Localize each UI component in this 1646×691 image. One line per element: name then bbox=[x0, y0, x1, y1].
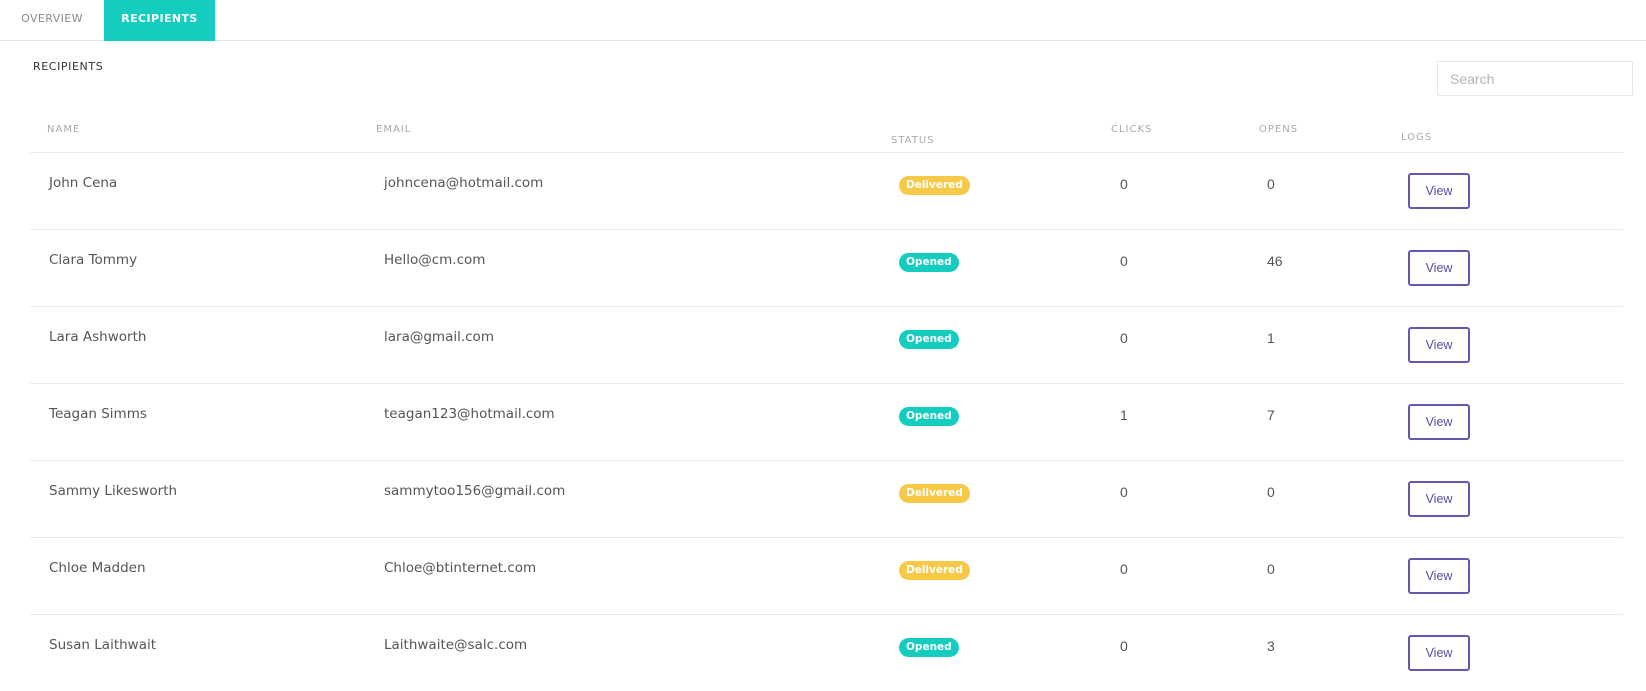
status-badge: Delivered bbox=[899, 176, 970, 195]
recipient-email: Hello@cm.com bbox=[384, 252, 486, 268]
opens-count: 3 bbox=[1267, 638, 1275, 654]
opens-count: 46 bbox=[1267, 253, 1283, 269]
opens-count: 7 bbox=[1267, 407, 1275, 423]
clicks-count: 0 bbox=[1120, 330, 1128, 346]
status-badge: Opened bbox=[899, 253, 959, 272]
recipient-email: sammytoo156@gmail.com bbox=[384, 483, 566, 499]
clicks-count: 0 bbox=[1120, 176, 1128, 192]
column-header-email: EMAIL bbox=[376, 124, 412, 135]
column-header-clicks: CLICKS bbox=[1111, 124, 1153, 135]
table-row: Sammy Likesworth sammytoo156@gmail.com Del… bbox=[30, 461, 1623, 538]
column-header-opens: OPENS bbox=[1259, 124, 1299, 135]
logs-cell: View bbox=[1408, 250, 1470, 286]
status-badge: Delivered bbox=[899, 484, 970, 503]
recipient-email: teagan123@hotmail.com bbox=[384, 406, 555, 422]
logs-cell: View bbox=[1408, 635, 1470, 671]
table-row: Teagan Simms teagan123@hotmail.com Opened 1… bbox=[30, 384, 1623, 461]
status-badge: Opened bbox=[899, 638, 959, 657]
opens-count: 0 bbox=[1267, 561, 1275, 577]
recipient-name: Chloe Madden bbox=[49, 560, 146, 576]
logs-cell: View bbox=[1408, 173, 1470, 209]
recipient-email: Chloe@btinternet.com bbox=[384, 560, 537, 576]
opens-count: 0 bbox=[1267, 484, 1275, 500]
view-logs-button[interactable]: View bbox=[1408, 250, 1470, 286]
table-row: Lara Ashworth lara@gmail.com Opened 0 1 View bbox=[30, 307, 1623, 384]
recipient-email: Laithwaite@salc.com bbox=[384, 637, 528, 653]
clicks-count: 0 bbox=[1120, 561, 1128, 577]
logs-cell: View bbox=[1408, 327, 1470, 363]
clicks-count: 1 bbox=[1120, 407, 1128, 423]
table-row: John Cena johncena@hotmail.com Delivered 0 0… bbox=[30, 153, 1623, 230]
clicks-count: 0 bbox=[1120, 638, 1128, 654]
recipient-name: Clara Tommy bbox=[49, 252, 138, 268]
status-badge: Delivered bbox=[899, 561, 970, 580]
recipient-email: lara@gmail.com bbox=[384, 329, 494, 345]
recipient-name: Lara Ashworth bbox=[49, 329, 147, 345]
recipient-name: Susan Laithwait bbox=[49, 637, 157, 653]
column-header-logs: LOGS bbox=[1401, 132, 1433, 143]
tab-bar: OVERVIEW RECIPIENTS bbox=[0, 0, 1646, 41]
status-cell: Delivered bbox=[899, 561, 970, 580]
recipient-name: Teagan Simms bbox=[49, 406, 147, 422]
logs-cell: View bbox=[1408, 404, 1470, 440]
tab-overview[interactable]: OVERVIEW bbox=[0, 0, 104, 40]
status-cell: Opened bbox=[899, 638, 959, 657]
logs-cell: View bbox=[1408, 481, 1470, 517]
column-header-name: NAME bbox=[47, 124, 81, 135]
recipient-name: Sammy Likesworth bbox=[49, 483, 178, 499]
status-cell: Opened bbox=[899, 407, 959, 426]
status-badge: Opened bbox=[899, 407, 959, 426]
view-logs-button[interactable]: View bbox=[1408, 635, 1470, 671]
view-logs-button[interactable]: View bbox=[1408, 481, 1470, 517]
view-logs-button[interactable]: View bbox=[1408, 404, 1470, 440]
logs-cell: View bbox=[1408, 558, 1470, 594]
clicks-count: 0 bbox=[1120, 484, 1128, 500]
section-title: RECIPIENTS bbox=[33, 60, 104, 73]
table-row: Clara Tommy Hello@cm.com Opened 0 46 View bbox=[30, 230, 1623, 307]
table-header: NAME EMAIL STATUS CLICKS OPENS LOGS bbox=[30, 112, 1623, 153]
table-row: Susan Laithwait Laithwaite@salc.com Opened… bbox=[30, 615, 1623, 691]
status-cell: Opened bbox=[899, 253, 959, 272]
recipient-email: johncena@hotmail.com bbox=[384, 175, 544, 191]
clicks-count: 0 bbox=[1120, 253, 1128, 269]
status-cell: Delivered bbox=[899, 484, 970, 503]
table-row: Chloe Madden Chloe@btinternet.com Delivere… bbox=[30, 538, 1623, 615]
recipients-table: NAME EMAIL STATUS CLICKS OPENS LOGS John… bbox=[30, 112, 1623, 691]
opens-count: 0 bbox=[1267, 176, 1275, 192]
status-cell: Delivered bbox=[899, 176, 970, 195]
status-cell: Opened bbox=[899, 330, 959, 349]
recipient-name: John Cena bbox=[49, 175, 118, 191]
view-logs-button[interactable]: View bbox=[1408, 327, 1470, 363]
view-logs-button[interactable]: View bbox=[1408, 173, 1470, 209]
column-header-status: STATUS bbox=[891, 135, 935, 146]
tab-recipients[interactable]: RECIPIENTS bbox=[104, 0, 215, 41]
status-badge: Opened bbox=[899, 330, 959, 349]
opens-count: 1 bbox=[1267, 330, 1275, 346]
table-body: John Cena johncena@hotmail.com Delivered 0 0… bbox=[30, 153, 1623, 691]
view-logs-button[interactable]: View bbox=[1408, 558, 1470, 594]
search-input[interactable] bbox=[1437, 61, 1633, 96]
